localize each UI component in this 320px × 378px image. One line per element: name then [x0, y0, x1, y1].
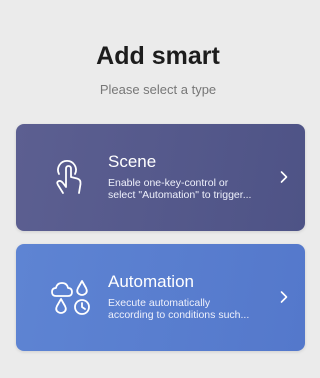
- automation-description: Execute automatically according to condi…: [108, 297, 273, 321]
- scene-description-line: select "Automation" to trigger...: [108, 189, 252, 201]
- scene-description: Enable one-key-control or select "Automa…: [108, 177, 273, 201]
- chevron-right-icon: [280, 171, 288, 183]
- page-subtitle: Please select a type: [99, 82, 217, 97]
- scene-title: Scene: [108, 152, 157, 171]
- chevron-right-icon: [280, 291, 288, 303]
- scene-card[interactable]: Scene Enable one-key-control or select "…: [16, 124, 305, 231]
- automation-title: Automation: [108, 272, 194, 291]
- scene-description-line: Enable one-key-control or: [108, 177, 229, 189]
- weather-clock-icon: [51, 280, 90, 315]
- automation-card[interactable]: Automation Execute automatically accordi…: [16, 244, 305, 351]
- automation-description-line: according to conditions such...: [108, 309, 250, 321]
- automation-description-line: Execute automatically: [108, 297, 211, 309]
- tap-hand-icon: [56, 160, 82, 194]
- page-title: Add smart: [96, 42, 220, 70]
